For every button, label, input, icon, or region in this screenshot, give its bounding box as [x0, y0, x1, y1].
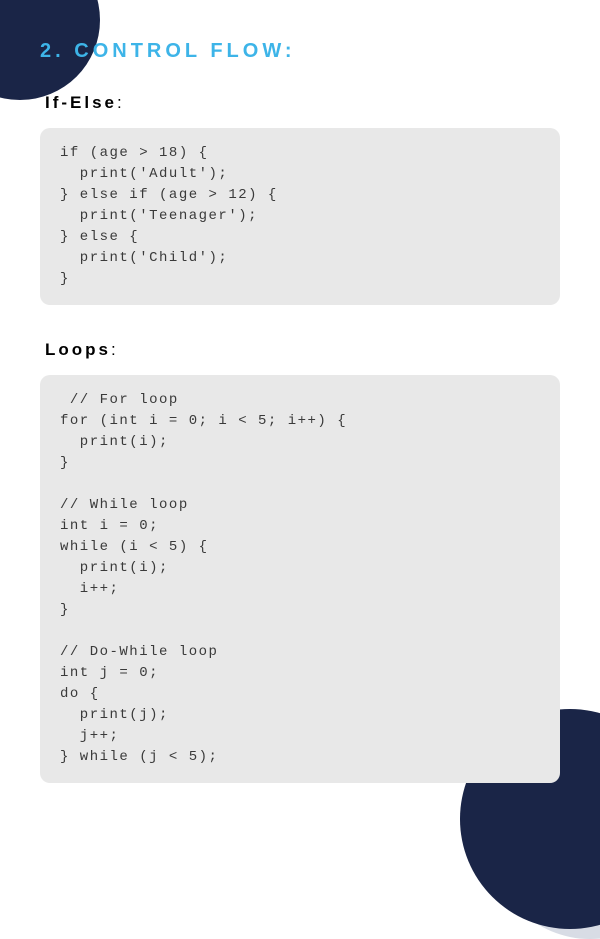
section-number: 2. — [40, 40, 65, 62]
subsection-name: If-Else — [45, 93, 117, 112]
page-content: 2. CONTROL FLOW: If-Else: if (age > 18) … — [0, 0, 600, 813]
subsection-name: Loops — [45, 340, 111, 359]
subsection-colon: : — [117, 93, 123, 112]
section-title-text: CONTROL FLOW: — [74, 40, 295, 62]
code-block-if-else: if (age > 18) { print('Adult'); } else i… — [40, 128, 560, 305]
subsection-title-if-else: If-Else: — [45, 93, 560, 113]
code-block-loops: // For loop for (int i = 0; i < 5; i++) … — [40, 375, 560, 783]
subsection-colon: : — [111, 340, 117, 359]
section-title: 2. CONTROL FLOW: — [40, 40, 560, 63]
subsection-title-loops: Loops: — [45, 340, 560, 360]
